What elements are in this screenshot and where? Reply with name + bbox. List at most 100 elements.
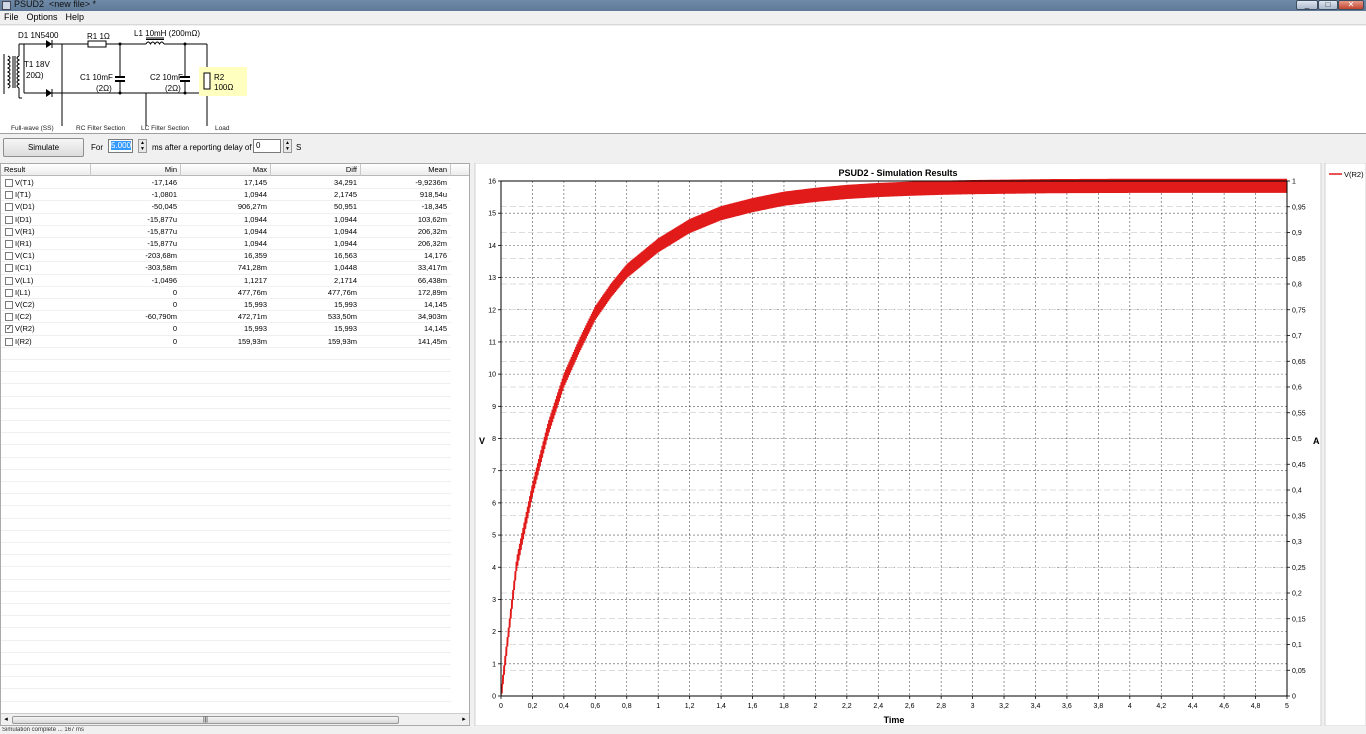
duration-spinner[interactable]: ▲ ▼ [138, 139, 147, 153]
cell-min: 0 [172, 336, 177, 346]
title-bar: PSUD2 <new file> * _ □ ✕ [0, 0, 1366, 11]
cell-max: 1,0944 [244, 239, 267, 248]
simulation-toolbar: Simulate For 5.000 ▲ ▼ ms after a reporti… [0, 136, 1366, 160]
table-row[interactable]: I(R1) -15,877u 1,0944 1,0944 206,32m [1, 238, 451, 251]
y-tick-label: 3 [492, 597, 496, 604]
c2-label-line1[interactable]: C2 10mF [150, 73, 183, 82]
r1-label[interactable]: R1 1Ω [87, 32, 110, 41]
menu-bar: File Options Help [0, 11, 1366, 25]
empty-row-line [1, 566, 451, 568]
cell-max: 16,359 [244, 251, 267, 261]
close-button[interactable]: ✕ [1338, 0, 1364, 10]
y-tick-label: 1 [492, 661, 496, 668]
x-tick-label: 0,8 [622, 703, 632, 710]
row-checkbox[interactable] [5, 288, 13, 297]
column-min[interactable]: Min [91, 164, 181, 176]
cell-max: 1,0944 [244, 226, 267, 236]
table-row[interactable]: V(R1) -15,877u 1,0944 1,0944 206,32m [1, 226, 451, 238]
table-row[interactable]: I(T1) -1,0801 1,0944 2,1745 918,54u [1, 189, 451, 202]
t1-label-line1[interactable]: T1 18V [24, 60, 50, 69]
table-row[interactable]: V(C2) 0 15,993 15,993 14,145 [1, 299, 451, 312]
column-max[interactable]: Max [181, 164, 271, 176]
column-mean[interactable]: Mean [361, 164, 451, 176]
delay-input[interactable]: 0 [253, 139, 281, 153]
scroll-left-arrow[interactable]: ◂ [1, 715, 11, 725]
row-checkbox[interactable] [5, 301, 13, 309]
c1-label-line2[interactable]: (2Ω) [96, 84, 112, 93]
row-checkbox[interactable] [5, 191, 13, 200]
row-checkbox[interactable] [5, 179, 13, 187]
y2-tick-label: 0,75 [1292, 307, 1306, 314]
maximize-button[interactable]: □ [1318, 0, 1338, 10]
y2-tick-label: 0,9 [1292, 230, 1302, 237]
c2-label-line2[interactable]: (2Ω) [165, 84, 181, 93]
d1-label[interactable]: D1 1N5400 [18, 31, 58, 40]
table-row[interactable]: ✓ V(R2) 0 15,993 15,993 14,145 [1, 323, 451, 336]
x-tick-label: 3,6 [1062, 703, 1072, 710]
delay-spinner[interactable]: ▲ ▼ [283, 139, 292, 153]
x-tick-label: 3,8 [1093, 703, 1103, 710]
cell-mean: 206,32m [417, 226, 447, 236]
row-checkbox[interactable] [5, 313, 13, 322]
cell-name: I(D1) [15, 214, 32, 224]
duration-input[interactable]: 5.000 [108, 139, 133, 153]
row-checkbox[interactable] [5, 227, 13, 236]
row-checkbox[interactable] [5, 264, 13, 273]
row-checkbox[interactable] [5, 203, 13, 212]
x-tick-label: 5 [1285, 703, 1289, 710]
x-tick-label: 3,2 [999, 703, 1009, 710]
r2-label-line2[interactable]: 100Ω [214, 83, 233, 92]
scroll-right-arrow[interactable]: ▸ [459, 715, 469, 725]
c1-label-line1[interactable]: C1 10mF [80, 73, 113, 82]
x-tick-label: 2,6 [905, 703, 915, 710]
menu-file[interactable]: File [0, 11, 23, 23]
table-row[interactable]: V(C1) -203,68m 16,359 16,563 14,176 [1, 250, 451, 263]
empty-row-line [1, 578, 451, 580]
row-checkbox[interactable] [5, 252, 13, 261]
l1-label[interactable]: L1 10mH (200mΩ) [134, 29, 200, 38]
menu-help[interactable]: Help [62, 11, 89, 23]
scroll-thumb[interactable]: ||| [12, 716, 399, 724]
table-row[interactable]: I(L1) 0 477,76m 477,76m 172,89m [1, 287, 451, 299]
legend-entry-v-r2[interactable]: V(R2) [1344, 170, 1364, 179]
r2-label-line1[interactable]: R2 [214, 73, 224, 82]
column-diff[interactable]: Diff [271, 164, 361, 176]
y-tick-label: 0 [492, 694, 496, 701]
table-row[interactable]: V(L1) -1,0496 1,1217 2,1714 66,438m [1, 275, 451, 287]
x-tick-label: 2,8 [936, 703, 946, 710]
cell-name: V(D1) [15, 202, 35, 212]
y2-tick-label: 0 [1292, 694, 1296, 701]
table-row[interactable]: I(C1) -303,58m 741,28m 1,0448 33,417m [1, 262, 451, 275]
simulate-button[interactable]: Simulate [3, 138, 84, 157]
column-result[interactable]: Result [1, 164, 91, 176]
table-row[interactable]: V(T1) -17,146 17,145 34,291 -9,9236m [1, 177, 451, 190]
x-tick-label: 1,8 [779, 703, 789, 710]
table-row[interactable]: I(C2) -60,790m 472,71m 533,50m 34,903m [1, 311, 451, 324]
row-checkbox[interactable] [5, 276, 13, 285]
row-checkbox[interactable] [5, 337, 13, 346]
menu-options[interactable]: Options [23, 11, 62, 23]
horizontal-scrollbar[interactable]: ◂ ||| ▸ [1, 713, 469, 725]
cell-max: 906,27m [237, 202, 267, 212]
empty-row-line [1, 383, 451, 385]
t1-label-line2[interactable]: 20Ω) [26, 71, 44, 80]
empty-row-line [1, 456, 451, 458]
x-tick-label: 1,6 [748, 703, 758, 710]
x-tick-label: 2,4 [873, 703, 883, 710]
x-tick-label: 4,6 [1219, 703, 1229, 710]
minimize-button[interactable]: _ [1296, 0, 1318, 10]
table-row[interactable]: V(D1) -50,045 906,27m 50,951 -18,345 [1, 201, 451, 214]
y2-tick-label: 0,45 [1292, 462, 1306, 469]
simulation-chart: PSUD2 - Simulation Results V A Time 0 0,2… [473, 162, 1366, 727]
row-checkbox[interactable] [5, 240, 13, 248]
empty-row-line [1, 444, 451, 446]
cell-min: -1,0496 [151, 275, 177, 285]
cell-max: 1,0944 [244, 214, 267, 224]
cell-name: I(T1) [15, 190, 31, 200]
table-row[interactable]: I(R2) 0 159,93m 159,93m 141,45m [1, 336, 451, 348]
cell-diff: 1,0944 [334, 226, 357, 236]
chart-grid [500, 180, 1288, 697]
row-checkbox[interactable]: ✓ [5, 325, 13, 334]
table-row[interactable]: I(D1) -15,877u 1,0944 1,0944 103,62m [1, 214, 451, 226]
row-checkbox[interactable] [5, 215, 13, 224]
